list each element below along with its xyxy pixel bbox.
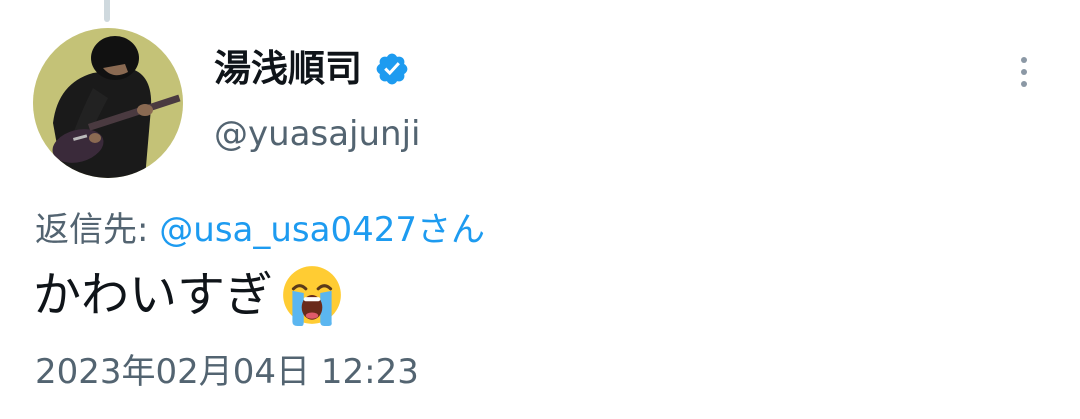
- verified-badge-icon: [376, 53, 408, 84]
- tweet-text: かわいすぎ: [33, 262, 345, 328]
- display-name-text: 湯浅順司: [214, 47, 362, 90]
- avatar-photo-icon: [33, 28, 183, 178]
- tweet-text-content: かわいすぎ: [33, 266, 274, 323]
- avatar[interactable]: [33, 28, 183, 178]
- loudly-crying-face-icon: [283, 266, 341, 326]
- reply-label: 返信先:: [35, 210, 160, 250]
- author-handle[interactable]: @yuasajunji: [214, 114, 421, 155]
- tweet-timestamp[interactable]: 2023年02月04日 12:23: [35, 352, 419, 393]
- author-display-name[interactable]: 湯浅順司: [214, 50, 410, 87]
- more-options-icon[interactable]: [1012, 54, 1036, 92]
- thread-connector-line: [104, 0, 110, 22]
- reply-context: 返信先: @usa_usa0427さん: [35, 208, 485, 252]
- reply-to-user-link[interactable]: @usa_usa0427さん: [159, 210, 485, 250]
